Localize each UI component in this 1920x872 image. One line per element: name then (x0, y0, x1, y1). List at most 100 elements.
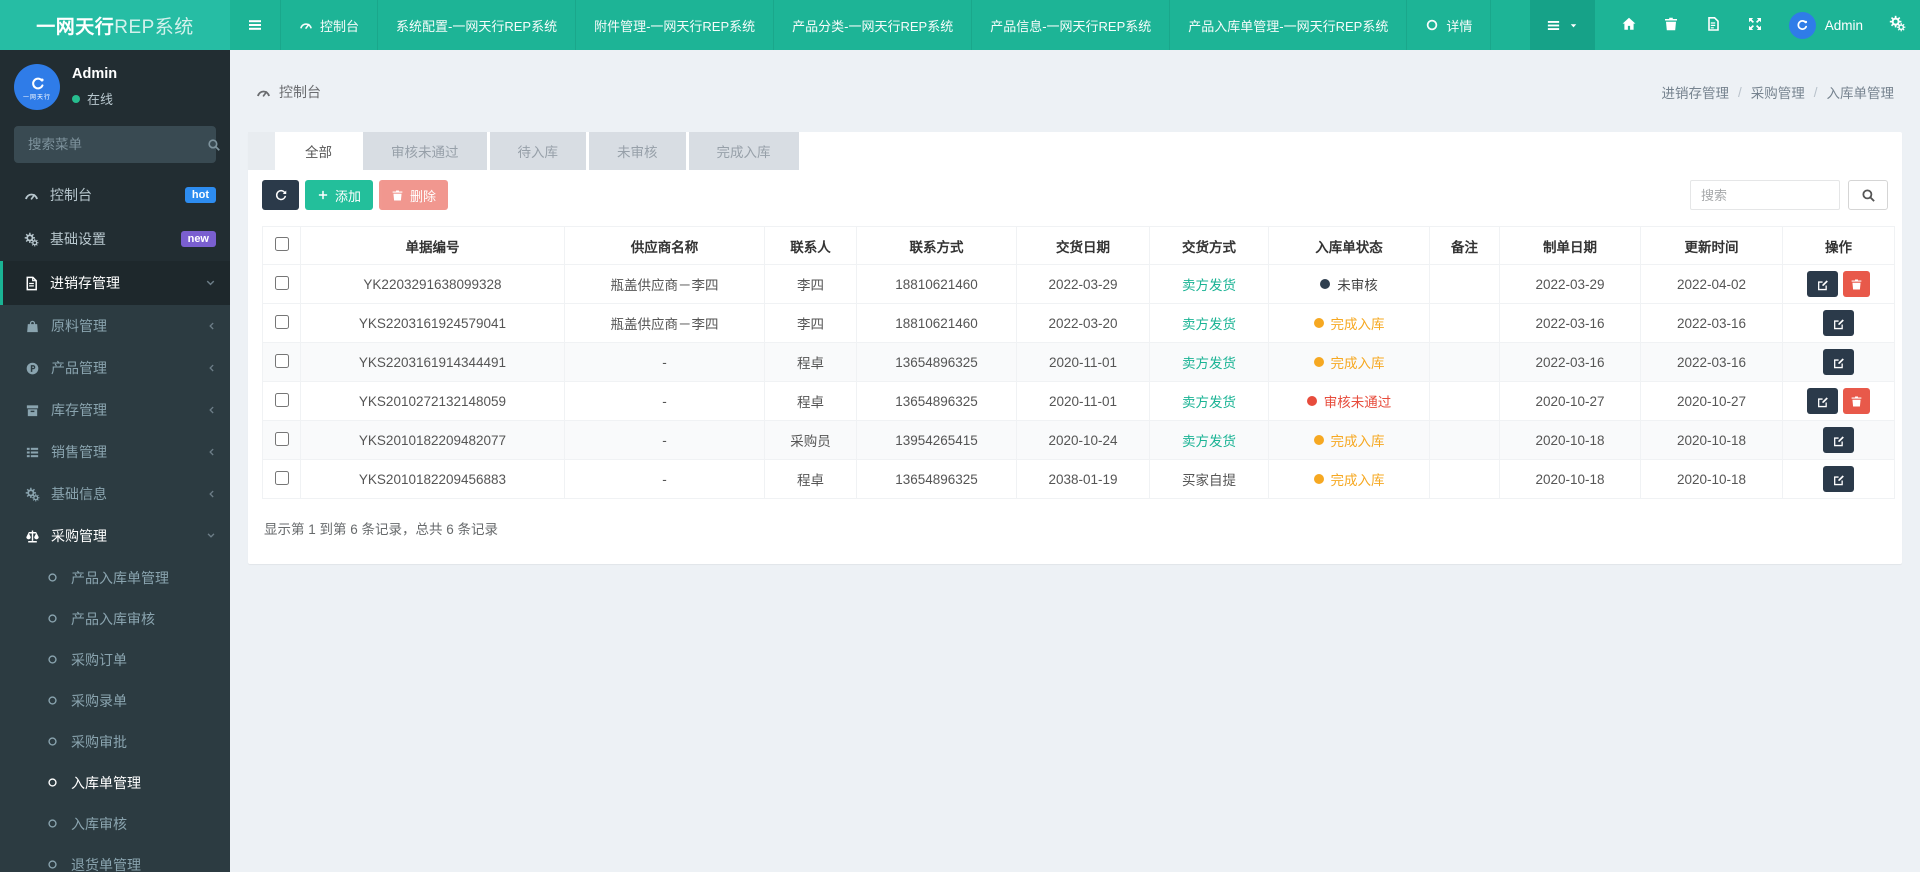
sidebar-item-inbound-review[interactable]: 入库审核 (0, 803, 230, 844)
filter-tab[interactable]: 全部 (277, 132, 360, 170)
cell-create-date: 2022-03-16 (1499, 342, 1641, 382)
breadcrumb-link[interactable]: 入库单管理 (1827, 82, 1895, 102)
nav-list-dropdown-button[interactable] (1529, 0, 1595, 50)
sidebar-item-purchase-approval[interactable]: 采购审批 (0, 721, 230, 762)
edit-row-button[interactable] (1823, 310, 1854, 336)
sidebar-search-icon[interactable] (207, 138, 221, 152)
brand-logo[interactable]: 一网天行 REP系统 (0, 0, 230, 50)
sidebar-item-inventory-mgmt[interactable]: 进销存管理 (0, 261, 230, 305)
cell-supplier: 瓶盖供应商－李四 (564, 303, 765, 343)
cell-delivery-date: 2022-03-29 (1016, 264, 1150, 304)
row-checkbox[interactable] (274, 314, 289, 329)
navbar-tab-attachment-mgmt[interactable]: 附件管理-一网天行REP系统 (575, 0, 773, 50)
edit-row-button[interactable] (1823, 349, 1854, 375)
sidebar-item-sales-mgmt[interactable]: 销售管理 (0, 431, 230, 473)
filter-tab[interactable]: 待入库 (489, 132, 586, 170)
doc-icon (1705, 16, 1721, 32)
filter-tab[interactable]: 完成入库 (688, 132, 799, 170)
sidebar-item-console[interactable]: 控制台 hot (0, 173, 230, 217)
edit-row-button[interactable] (1807, 271, 1838, 297)
row-checkbox[interactable] (274, 392, 289, 407)
trash-nav-button[interactable] (1663, 16, 1679, 35)
cell-remark (1429, 303, 1500, 343)
sidebar-item-product-inbound-orders[interactable]: 产品入库单管理 (0, 557, 230, 598)
navbar-tab-product-inbound-mgmt[interactable]: 产品入库单管理-一网天行REP系统 (1169, 0, 1406, 50)
settings-gears-icon[interactable] (1889, 15, 1906, 35)
sidebar-item-purchase-entry[interactable]: 采购录单 (0, 680, 230, 721)
delete-button[interactable]: 删除 (379, 180, 449, 210)
navbar-tab-detail[interactable]: 详情 (1406, 0, 1492, 50)
sidebar-menu: 控制台 hot 基础设置 new 进销存管理 原料管理 产品管理 库存管理 销售管理 基础信息 采购… (0, 173, 230, 872)
cell-delivery-method: 卖方发货 (1149, 420, 1269, 460)
expand-nav-button[interactable] (1747, 16, 1763, 35)
sidebar-item-returns-mgmt[interactable]: 退货单管理 (0, 844, 230, 872)
filter-tab[interactable]: 审核未通过 (363, 132, 487, 170)
column-header-status[interactable]: 入库单状态 (1268, 226, 1430, 265)
navbar-tab-system-config[interactable]: 系统配置-一网天行REP系统 (377, 0, 575, 50)
sidebar-item-label: 退货单管理 (71, 856, 141, 872)
row-checkbox[interactable] (274, 431, 289, 446)
row-checkbox[interactable] (274, 275, 289, 290)
select-all-checkbox[interactable] (274, 237, 289, 251)
sidebar-item-inbound-orders[interactable]: 入库单管理 (0, 762, 230, 803)
sidebar-item-material-mgmt[interactable]: 原料管理 (0, 305, 230, 347)
user-menu[interactable]: Admin (1788, 11, 1863, 39)
cell-update-date: 2020-10-18 (1640, 420, 1783, 460)
chevron-down-icon (206, 531, 216, 541)
cell-supplier: - (564, 420, 765, 460)
edit-row-button[interactable] (1823, 427, 1854, 453)
navbar-tab-product-info[interactable]: 产品信息-一网天行REP系统 (971, 0, 1169, 50)
column-header-delivery-date[interactable]: 交货日期 (1016, 226, 1150, 265)
edit-row-button[interactable] (1823, 466, 1854, 492)
edit-icon (1832, 473, 1845, 486)
column-header-remark[interactable]: 备注 (1429, 226, 1500, 265)
sidebar-search-input[interactable] (26, 136, 207, 153)
column-header-actions[interactable]: 操作 (1782, 226, 1895, 265)
table-search-button[interactable] (1848, 180, 1888, 210)
cell-actions (1782, 420, 1895, 460)
column-header-create-date[interactable]: 制单日期 (1499, 226, 1641, 265)
plus-icon (317, 189, 329, 201)
trash-icon (1850, 395, 1863, 408)
home-nav-button[interactable] (1621, 16, 1637, 35)
sidebar-item-purchase-orders[interactable]: 采购订单 (0, 639, 230, 680)
edit-row-button[interactable] (1807, 388, 1838, 414)
delete-row-button[interactable] (1843, 388, 1870, 414)
sidebar-item-product-inbound-review[interactable]: 产品入库审核 (0, 598, 230, 639)
column-header-phone[interactable]: 联系方式 (856, 226, 1017, 265)
breadcrumb-separator: / (1737, 84, 1742, 100)
doc-nav-button[interactable] (1705, 16, 1721, 35)
cell-status: 审核未通过 (1268, 381, 1430, 421)
sidebar-item-product-mgmt[interactable]: 产品管理 (0, 347, 230, 389)
sidebar-item-label: 采购订单 (71, 651, 127, 668)
row-checkbox[interactable] (274, 470, 289, 485)
cell-actions (1782, 459, 1895, 499)
column-header-update-date[interactable]: 更新时间 (1640, 226, 1783, 265)
cell-remark (1429, 264, 1500, 304)
balance-icon (25, 529, 51, 544)
sidebar-item-basic-info[interactable]: 基础信息 (0, 473, 230, 515)
table-search-input[interactable] (1690, 180, 1840, 210)
refresh-button[interactable] (262, 180, 299, 210)
row-checkbox[interactable] (274, 353, 289, 368)
add-button[interactable]: 添加 (305, 180, 374, 210)
column-header-contact[interactable]: 联系人 (764, 226, 857, 265)
delete-row-button[interactable] (1843, 271, 1870, 297)
sidebar-toggle-button[interactable] (230, 0, 280, 50)
breadcrumb-link[interactable]: 采购管理 (1751, 82, 1805, 102)
circle-o-icon (47, 818, 71, 829)
navbar-tab-product-category[interactable]: 产品分类-一网天行REP系统 (773, 0, 971, 50)
edit-icon (1816, 278, 1829, 291)
column-header-order-no[interactable]: 单据编号 (300, 226, 565, 265)
column-header-supplier[interactable]: 供应商名称 (564, 226, 765, 265)
cell-delivery-date: 2022-03-20 (1016, 303, 1150, 343)
sidebar-item-purchase-mgmt[interactable]: 采购管理 (0, 515, 230, 557)
filter-tab[interactable]: 未审核 (589, 132, 686, 170)
column-header-delivery-method[interactable]: 交货方式 (1149, 226, 1269, 265)
sidebar-item-stock-mgmt[interactable]: 库存管理 (0, 389, 230, 431)
sidebar-item-label: 基础设置 (50, 231, 106, 247)
sidebar-item-basic-settings[interactable]: 基础设置 new (0, 217, 230, 261)
breadcrumb-link[interactable]: 进销存管理 (1661, 82, 1729, 102)
navbar-tab-console[interactable]: 控制台 (280, 0, 377, 50)
cell-phone: 13654896325 (856, 342, 1017, 382)
